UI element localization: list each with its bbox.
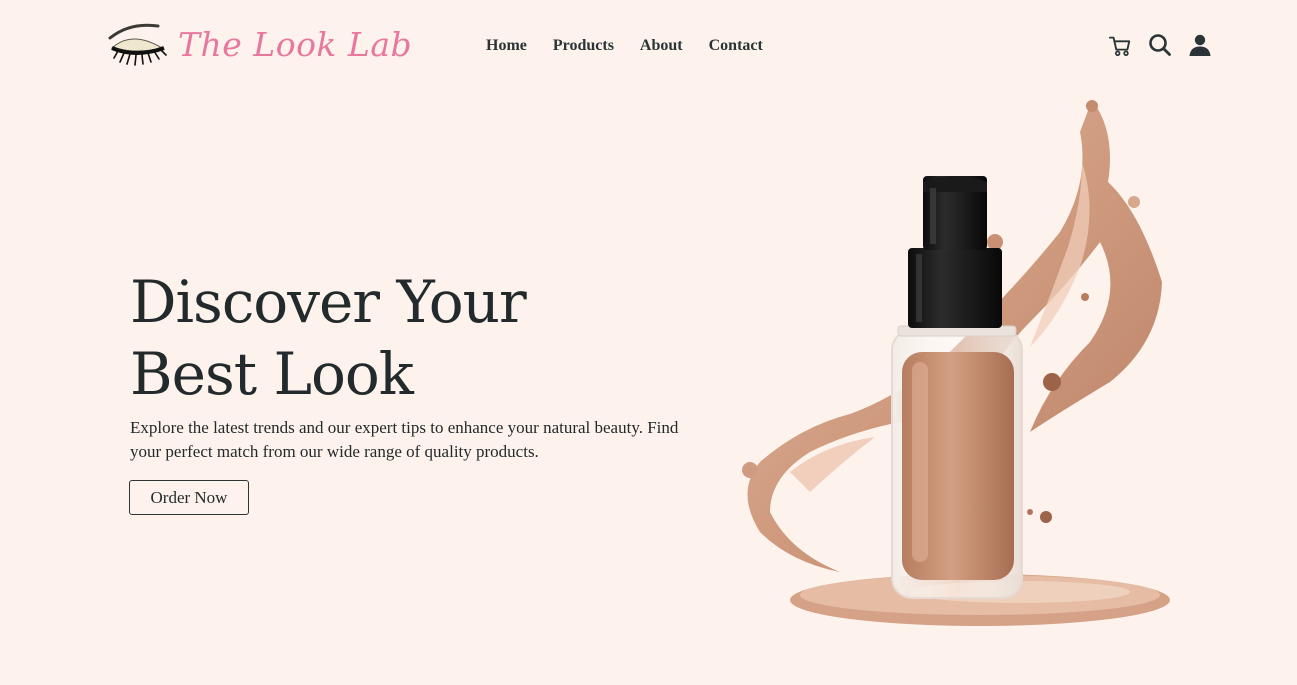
nav-item-home[interactable]: Home xyxy=(486,36,527,56)
hero-title-line-2: Best Look xyxy=(130,340,414,408)
user-icon xyxy=(1189,34,1211,56)
page: The Look Lab Home Products About Contact xyxy=(0,0,1297,685)
hero-description: Explore the latest trends and our expert… xyxy=(130,418,679,461)
order-now-button[interactable]: Order Now xyxy=(129,480,249,515)
hero-title: Discover Your Best Look xyxy=(130,266,590,410)
search-icon xyxy=(1149,34,1171,56)
hero-title-line-1: Discover Your xyxy=(130,268,527,336)
account-button[interactable] xyxy=(1188,32,1212,58)
search-button[interactable] xyxy=(1148,32,1172,58)
brand-name: The Look Lab xyxy=(178,24,413,64)
nav-item-products[interactable]: Products xyxy=(553,36,614,56)
site-header: The Look Lab Home Products About Contact xyxy=(0,0,1297,92)
eye-lashes-icon xyxy=(108,23,167,66)
brand-link[interactable]: The Look Lab xyxy=(108,18,412,70)
foundation-bottle-image xyxy=(742,100,1170,626)
header-actions xyxy=(1108,32,1212,58)
nav-item-contact[interactable]: Contact xyxy=(709,36,763,56)
nav-item-about[interactable]: About xyxy=(640,36,683,56)
main-nav: Home Products About Contact xyxy=(486,36,763,56)
cart-button[interactable] xyxy=(1108,32,1132,58)
cart-icon xyxy=(1108,36,1131,56)
